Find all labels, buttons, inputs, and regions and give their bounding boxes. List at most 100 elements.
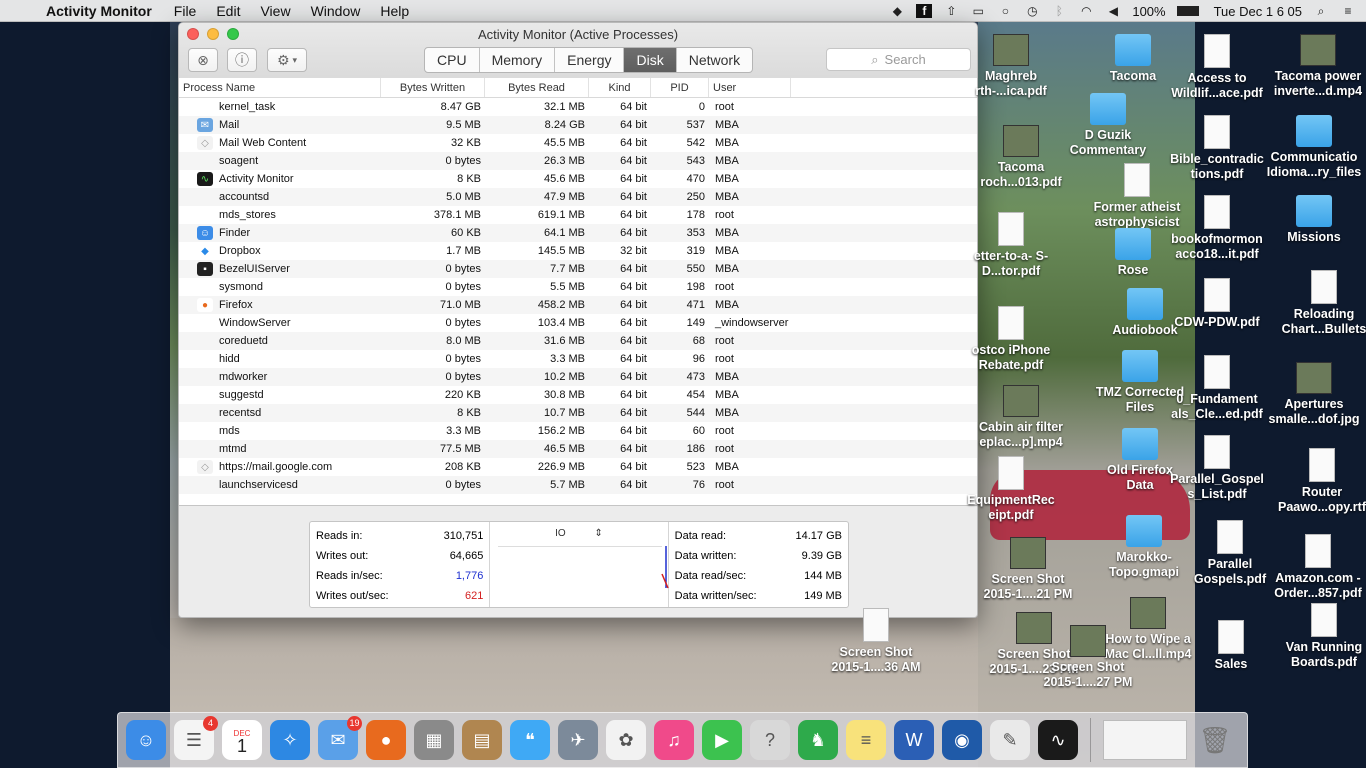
dock-item-activity-monitor[interactable]: ∿ xyxy=(1038,720,1078,760)
table-row[interactable]: launchservicesd 0 bytes 5.7 MB 64 bit 76 root xyxy=(179,476,977,494)
dock-item-trash[interactable]: 🗑 xyxy=(1195,720,1235,760)
column-process-name[interactable]: Process Name xyxy=(179,78,381,97)
dock-item-calculator[interactable]: ▦ xyxy=(414,720,454,760)
table-row[interactable]: recentsd 8 KB 10.7 MB 64 bit 544 MBA xyxy=(179,404,977,422)
desktop-icon[interactable]: Cabin air filter eplac...p].mp4 xyxy=(973,385,1069,450)
desktop-icon[interactable]: Apertures smalle...dof.jpg xyxy=(1266,362,1362,427)
dropbox-status-icon[interactable]: ◆ xyxy=(889,4,905,18)
desktop-icon[interactable]: Tacoma xyxy=(1085,34,1181,84)
battery-percent[interactable]: 100% xyxy=(1132,4,1165,19)
table-row[interactable]: ✉ Mail 9.5 MB 8.24 GB 64 bit 537 MBA xyxy=(179,116,977,134)
tab-disk[interactable]: Disk xyxy=(624,48,677,72)
menu-view[interactable]: View xyxy=(260,3,290,19)
dock-item-reminders[interactable]: ☰ 4 xyxy=(174,716,218,760)
menu-file[interactable]: File xyxy=(174,3,197,19)
table-row[interactable]: soagent 0 bytes 26.3 MB 64 bit 543 MBA xyxy=(179,152,977,170)
dock-item-textedit[interactable]: ✎ xyxy=(990,720,1030,760)
table-row[interactable]: WindowServer 0 bytes 103.4 MB 64 bit 149 _win… xyxy=(179,314,977,332)
chat-status-icon[interactable]: ○ xyxy=(997,4,1013,18)
tab-energy[interactable]: Energy xyxy=(555,48,625,72)
dock-item-remote-support[interactable]: ◉ xyxy=(942,720,982,760)
table-row[interactable]: ☺ Finder 60 KB 64.1 MB 64 bit 353 MBA xyxy=(179,224,977,242)
desktop-icon[interactable]: Van Running Boards.pdf xyxy=(1276,603,1366,670)
desktop-icon[interactable]: Maghreb rth-...ica.pdf xyxy=(963,34,1059,99)
dock-item-messages[interactable]: ❝ xyxy=(510,720,550,760)
action-menu-button[interactable]: ⚙ ▾ xyxy=(267,48,307,72)
dock-item-evernote[interactable]: ♞ xyxy=(798,720,838,760)
menu-help[interactable]: Help xyxy=(380,3,409,19)
dock-item-contacts[interactable]: ▤ xyxy=(462,720,502,760)
column-user[interactable]: User xyxy=(709,78,791,97)
desktop-icon[interactable]: Missions xyxy=(1266,195,1362,245)
desktop-icon[interactable]: Screen Shot 2015-1....27 PM xyxy=(1040,625,1136,690)
table-row[interactable]: ◆ Dropbox 1.7 MB 145.5 MB 32 bit 319 MBA xyxy=(179,242,977,260)
table-row[interactable]: accountsd 5.0 MB 47.9 MB 64 bit 250 MBA xyxy=(179,188,977,206)
desktop-icon[interactable]: Screen Shot 2015-1....36 AM xyxy=(828,608,924,675)
upload-status-icon[interactable]: ⇧ xyxy=(943,4,959,18)
table-row[interactable]: mdworker 0 bytes 10.2 MB 64 bit 473 MBA xyxy=(179,368,977,386)
dock-item-mail-app[interactable]: ✉ 19 xyxy=(318,716,362,760)
spotlight-search-icon[interactable]: ⌕ xyxy=(1313,4,1329,18)
airplay-icon[interactable]: ▭ xyxy=(970,4,986,18)
desktop-icon[interactable]: Tacoma power inverte...d.mp4 xyxy=(1270,34,1366,99)
dock-item-safari[interactable]: ✧ xyxy=(270,720,310,760)
notification-center-icon[interactable]: ≡ xyxy=(1340,4,1356,18)
table-row[interactable]: ● Firefox 71.0 MB 458.2 MB 64 bit 471 MBA xyxy=(179,296,977,314)
column-bytes-read[interactable]: Bytes Read xyxy=(485,78,589,97)
column-kind[interactable]: Kind xyxy=(589,78,651,97)
table-row[interactable]: hidd 0 bytes 3.3 MB 64 bit 96 root xyxy=(179,350,977,368)
inspect-process-button[interactable]: ⓘ xyxy=(227,48,257,72)
desktop-icon[interactable]: Rose xyxy=(1085,228,1181,278)
desktop-icon[interactable]: Screen Shot 2015-1....21 PM xyxy=(980,537,1076,602)
desktop-icon[interactable]: ostco iPhone Rebate.pdf xyxy=(963,306,1059,373)
desktop-icon[interactable]: Tacoma roch...013.pdf xyxy=(973,125,1069,190)
desktop-icon[interactable]: Communicatio Idioma...ry_files xyxy=(1266,115,1362,180)
clock[interactable]: Tue Dec 1 6 05 xyxy=(1214,4,1302,19)
desktop-icon[interactable]: Access to Wildlif...ace.pdf xyxy=(1169,34,1265,101)
dock-item-help[interactable]: ? xyxy=(750,720,790,760)
table-row[interactable]: ◇ https://mail.google.com 208 KB 226.9 MB 64… xyxy=(179,458,977,476)
desktop-icon[interactable]: 0_Fundament als_Cle...ed.pdf xyxy=(1169,355,1265,422)
table-row[interactable]: coreduetd 8.0 MB 31.6 MB 64 bit 68 root xyxy=(179,332,977,350)
tab-network[interactable]: Network xyxy=(677,48,752,72)
table-row[interactable]: sysmond 0 bytes 5.5 MB 64 bit 198 root xyxy=(179,278,977,296)
dock-item-notes[interactable]: ≡ xyxy=(846,720,886,760)
column-bytes-written[interactable]: Bytes Written xyxy=(381,78,485,97)
search-input[interactable]: ⌕ Search xyxy=(826,48,971,71)
wifi-icon[interactable]: ◠ xyxy=(1078,4,1094,18)
desktop-icon[interactable]: Sales xyxy=(1183,620,1279,672)
time-machine-icon[interactable]: ◷ xyxy=(1024,4,1040,18)
dock-item-facetime[interactable]: ▶ xyxy=(702,720,742,760)
app-menu[interactable]: Activity Monitor xyxy=(46,3,152,19)
table-row[interactable]: mds_stores 378.1 MB 619.1 MB 64 bit 178 root xyxy=(179,206,977,224)
quit-process-button[interactable]: ⊗ xyxy=(188,48,218,72)
tab-cpu[interactable]: CPU xyxy=(425,48,480,72)
dock-item-firefox[interactable]: ● xyxy=(366,720,406,760)
dock-item-itunes[interactable]: ♫ xyxy=(654,720,694,760)
table-row[interactable]: mtmd 77.5 MB 46.5 MB 64 bit 186 root xyxy=(179,440,977,458)
dock-item-photos[interactable]: ✿ xyxy=(606,720,646,760)
menu-edit[interactable]: Edit xyxy=(216,3,240,19)
desktop-icon[interactable]: D Guzik Commentary xyxy=(1060,93,1156,158)
desktop-icon[interactable]: Parallel Gospels.pdf xyxy=(1182,520,1278,587)
table-row[interactable]: ∿ Activity Monitor 8 KB 45.6 MB 64 bit 470 MBA xyxy=(179,170,977,188)
desktop-icon[interactable]: Reloading Chart...Bullets xyxy=(1276,270,1366,337)
dock-item-calendar[interactable]: DEC 1 xyxy=(222,720,262,760)
desktop-icon[interactable]: Marokko- Topo.gmapi xyxy=(1096,515,1192,580)
desktop-icon[interactable]: bookofmormon acco18...it.pdf xyxy=(1169,195,1265,262)
tab-memory[interactable]: Memory xyxy=(480,48,556,72)
battery-icon[interactable] xyxy=(1176,6,1199,16)
dock-item-launchpad[interactable]: ✈ xyxy=(558,720,598,760)
desktop-icon[interactable]: CDW-PDW.pdf xyxy=(1169,278,1265,330)
dock-item-finder[interactable]: ☺ xyxy=(126,720,166,760)
column-pid[interactable]: PID xyxy=(651,78,709,97)
desktop-icon[interactable]: Amazon.com - Order...857.pdf xyxy=(1270,534,1366,601)
dock-minimized-windows[interactable] xyxy=(1103,720,1187,760)
desktop-icon[interactable]: etter-to-a- S-D...tor.pdf xyxy=(963,212,1059,279)
menu-window[interactable]: Window xyxy=(311,3,361,19)
table-row[interactable]: ◇ Mail Web Content 32 KB 45.5 MB 64 bit 542 MB… xyxy=(179,134,977,152)
table-row[interactable]: mds 3.3 MB 156.2 MB 64 bit 60 root xyxy=(179,422,977,440)
table-row[interactable]: kernel_task 8.47 GB 32.1 MB 64 bit 0 root xyxy=(179,98,977,116)
desktop-icon[interactable]: Parallel_Gospel s_List.pdf xyxy=(1169,435,1265,502)
desktop-icon[interactable]: EquipmentRec eipt.pdf xyxy=(963,456,1059,523)
